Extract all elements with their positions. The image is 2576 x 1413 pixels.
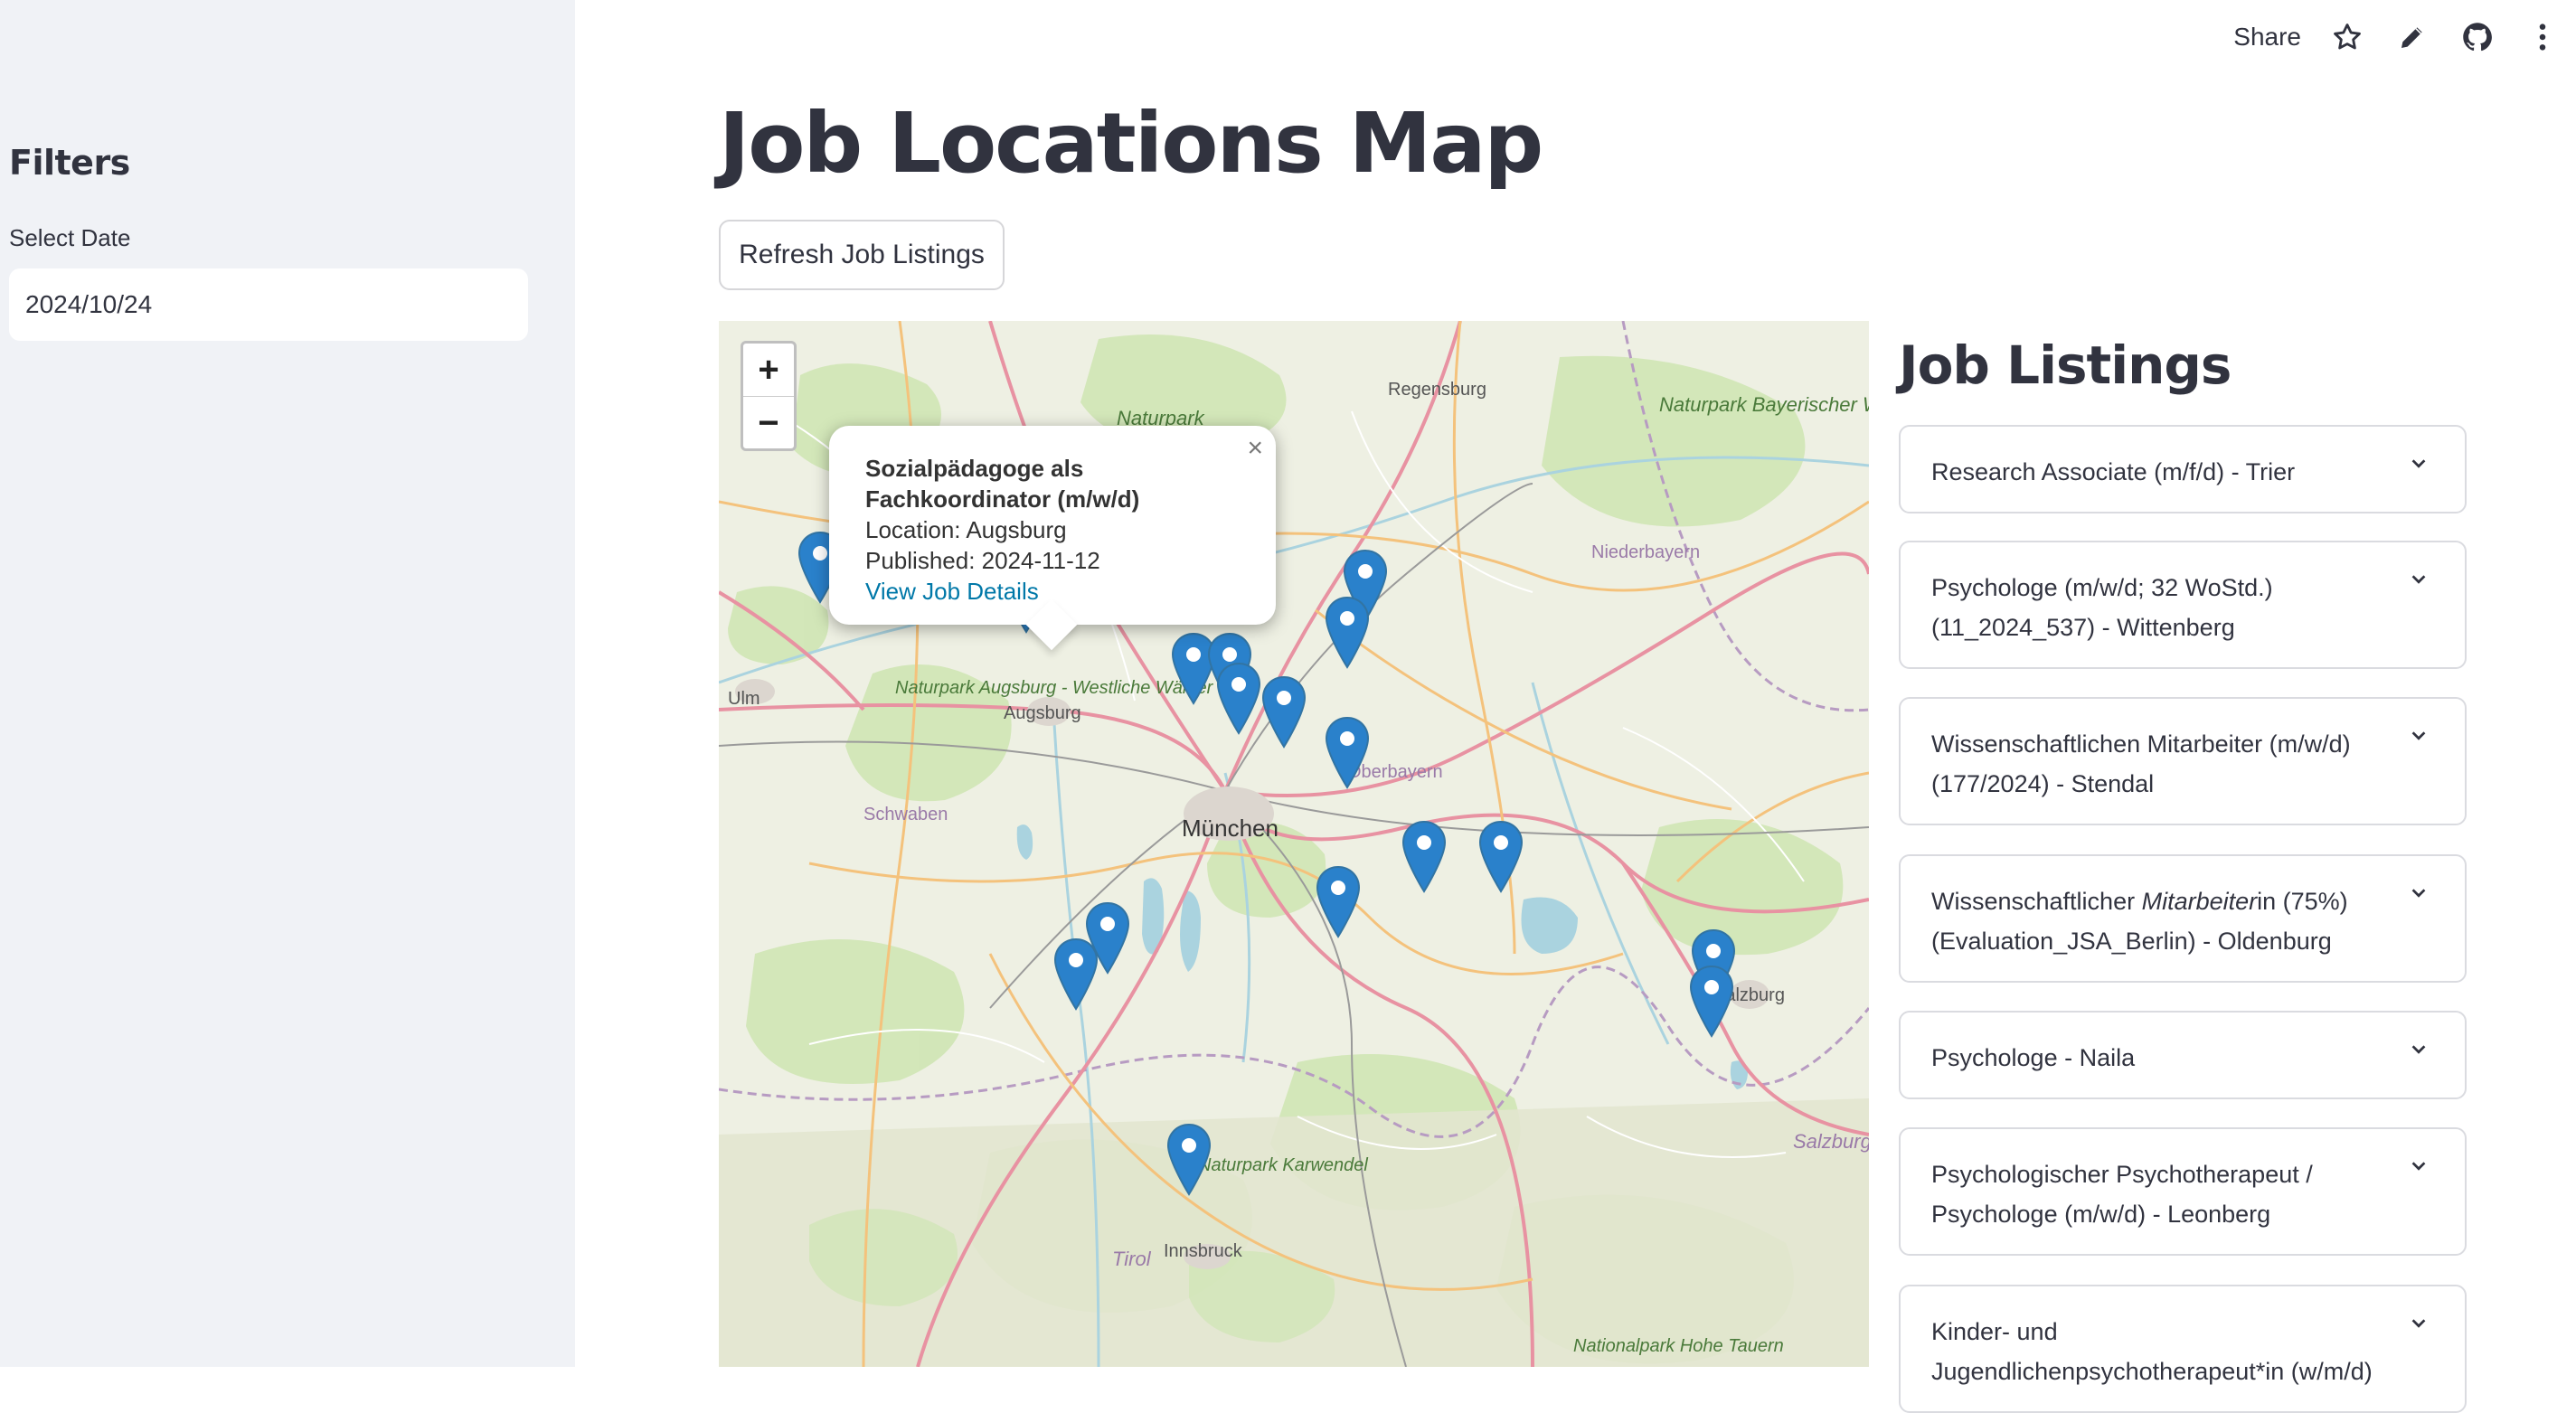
map-label-niederbayern: Niederbayern bbox=[1591, 542, 1700, 562]
job-listing-expander[interactable]: Wissenschaftlicher Mitarbeiterin (75%) (… bbox=[1899, 854, 2467, 983]
map-label-ulm: Ulm bbox=[728, 689, 760, 709]
map-marker-icon[interactable] bbox=[1689, 965, 1734, 1039]
job-listing-title: Psychologe (m/w/d; 32 WoStd.) bbox=[1931, 574, 2273, 601]
job-listing-expander[interactable]: Psychologischer Psychotherapeut / Psycho… bbox=[1899, 1127, 2467, 1256]
more-vert-icon[interactable] bbox=[2522, 16, 2563, 58]
job-listing-expander[interactable]: Psychologe - Naila bbox=[1899, 1011, 2467, 1099]
map-label-nationalpark-hohe-tauern: Nationalpark Hohe Tauern bbox=[1573, 1336, 1784, 1356]
map-label-tirol: Tirol bbox=[1112, 1248, 1152, 1270]
map[interactable]: Regensburg Naturpark Naturpark Bayerisch… bbox=[719, 321, 1869, 1367]
sidebar-heading: Filters bbox=[9, 143, 130, 183]
popup-close-button[interactable]: × bbox=[1247, 433, 1263, 464]
chevron-down-icon bbox=[2411, 459, 2426, 468]
job-listing-title-line2: (177/2024) - Stendal bbox=[1931, 770, 2155, 797]
job-listing-title-line2: Psychologe (m/w/d) - Leonberg bbox=[1931, 1201, 2271, 1228]
view-job-details-link[interactable]: View Job Details bbox=[865, 578, 1039, 605]
map-marker-icon[interactable] bbox=[1166, 1123, 1212, 1197]
chevron-down-icon bbox=[2411, 889, 2426, 898]
job-listing-title: Wissenschaftlicher Mitarbeiterin (75%) bbox=[1931, 888, 2348, 915]
map-popup: × Sozialpädagoge als Fachkoordinator (m/… bbox=[829, 426, 1276, 651]
chevron-down-icon bbox=[2411, 1162, 2426, 1171]
zoom-out-button[interactable]: − bbox=[743, 397, 794, 449]
job-listing-title-italic: Mitarbeiter bbox=[2141, 888, 2258, 915]
map-label-innsbruck: Innsbruck bbox=[1164, 1241, 1243, 1261]
job-listing-title: Research Associate (m/f/d) - Trier bbox=[1931, 458, 2296, 485]
popup-title-line2: Fachkoordinator (m/w/d) bbox=[865, 485, 1140, 513]
refresh-job-listings-button[interactable]: Refresh Job Listings bbox=[719, 220, 1005, 290]
chevron-down-icon bbox=[2411, 575, 2426, 584]
job-listing-title-line2: (Evaluation_JSA_Berlin) - Oldenburg bbox=[1931, 928, 2332, 955]
sidebar: Filters Select Date bbox=[0, 0, 575, 1367]
popup-location: Location: Augsburg bbox=[865, 516, 1067, 543]
map-label-muenchen: München bbox=[1182, 815, 1279, 842]
pencil-icon[interactable] bbox=[2392, 16, 2433, 58]
map-label-salzburg-state: Salzburg bbox=[1793, 1130, 1869, 1153]
map-marker-icon[interactable] bbox=[1216, 662, 1261, 736]
job-listing-title-line2: Jugendlichenpsychotherapeut*in (w/m/d) bbox=[1931, 1358, 2373, 1385]
share-button[interactable]: Share bbox=[2233, 23, 2301, 52]
job-listing-title: Psychologischer Psychotherapeut / bbox=[1931, 1161, 2313, 1188]
zoom-control: + − bbox=[741, 341, 797, 451]
star-icon[interactable] bbox=[2326, 16, 2368, 58]
zoom-in-button[interactable]: + bbox=[743, 344, 794, 397]
job-listing-title: Wissenschaftlichen Mitarbeiter (m/w/d) bbox=[1931, 730, 2351, 758]
date-input[interactable] bbox=[9, 268, 528, 341]
chevron-down-icon bbox=[2411, 1319, 2426, 1328]
map-label-schwaben: Schwaben bbox=[863, 805, 948, 824]
map-marker-icon[interactable] bbox=[1053, 937, 1099, 1012]
toolbar: Share bbox=[2233, 16, 2576, 58]
job-listing-expander[interactable]: Psychologe (m/w/d; 32 WoStd.) (11_2024_5… bbox=[1899, 541, 2467, 669]
job-listings-title: Job Listings bbox=[1899, 334, 2232, 396]
job-listing-title: Kinder- und bbox=[1931, 1318, 2058, 1345]
map-label-augsburg: Augsburg bbox=[1004, 703, 1081, 723]
date-label: Select Date bbox=[9, 224, 131, 251]
chevron-down-icon bbox=[2411, 1045, 2426, 1054]
job-listing-expander[interactable]: Wissenschaftlichen Mitarbeiter (m/w/d) (… bbox=[1899, 697, 2467, 825]
job-listing-expander[interactable]: Research Associate (m/f/d) - Trier bbox=[1899, 425, 2467, 513]
chevron-down-icon bbox=[2411, 731, 2426, 740]
job-listing-title-line2: (11_2024_537) - Wittenberg bbox=[1931, 614, 2235, 641]
map-label-naturpark-bayerischer-wald: Naturpark Bayerischer Wald bbox=[1659, 393, 1869, 416]
job-listing-title-part: Wissenschaftlicher bbox=[1931, 888, 2142, 915]
map-marker-icon[interactable] bbox=[1261, 675, 1307, 749]
job-listing-title: Psychologe - Naila bbox=[1931, 1044, 2136, 1071]
page-title: Job Locations Map bbox=[719, 95, 1543, 192]
job-listing-title-part: in (75%) bbox=[2257, 888, 2348, 915]
map-label-regensburg: Regensburg bbox=[1388, 380, 1486, 400]
map-marker-icon[interactable] bbox=[1316, 865, 1361, 939]
map-marker-icon[interactable] bbox=[1325, 596, 1370, 670]
job-listing-expander[interactable]: Kinder- und Jugendlichenpsychotherapeut*… bbox=[1899, 1285, 2467, 1413]
map-marker-icon[interactable] bbox=[1401, 820, 1447, 894]
popup-published: Published: 2024-11-12 bbox=[865, 547, 1100, 574]
popup-title-line1: Sozialpädagoge als bbox=[865, 455, 1084, 482]
map-marker-icon[interactable] bbox=[1478, 820, 1524, 894]
map-label-naturpark-karwendel: Naturpark Karwendel bbox=[1198, 1155, 1368, 1175]
map-marker-icon[interactable] bbox=[1325, 716, 1370, 790]
map-label-naturpark-augsburg: Naturpark Augsburg - Westliche Wälder bbox=[895, 678, 1214, 698]
github-icon[interactable] bbox=[2457, 16, 2498, 58]
